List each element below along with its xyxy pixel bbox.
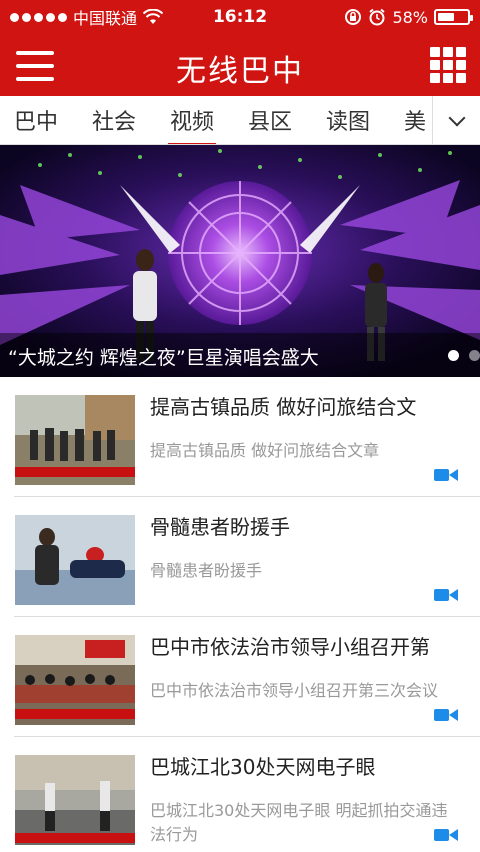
news-item-2[interactable]: 骨髓患者盼援手 骨髓患者盼援手 [0,497,480,617]
news-list: 提高古镇品质 做好问旅结合文 提高古镇品质 做好问旅结合文章 骨髓患者盼援手 骨… [0,377,480,852]
video-camera-icon [434,709,458,721]
category-tabs: 巴中 社会 视频 县区 读图 美 [0,96,480,145]
tab-county[interactable]: 县区 [248,104,292,144]
alarm-icon [369,8,386,26]
news-title: 骨髓患者盼援手 [150,515,290,539]
status-bar: 中国联通 16:12 58% [0,0,480,34]
news-thumbnail [15,635,135,725]
banner-caption: “大城之约 辉煌之夜”巨星演唱会盛大 [0,333,480,377]
tab-beauty[interactable]: 美 [404,104,426,144]
news-title: 巴中市依法治市领导小组召开第 [150,635,430,659]
battery-icon [434,9,473,25]
grid-apps-icon[interactable] [430,47,466,83]
banner-dot-2[interactable] [469,350,480,361]
news-subtitle: 巴城江北30处天网电子眼 明起抓拍交通违法行为 [150,801,448,844]
app-title: 无线巴中 [176,54,304,89]
video-camera-icon [434,469,458,481]
news-title: 提高古镇品质 做好问旅结合文 [150,395,417,419]
tab-bazhong[interactable]: 巴中 [14,104,58,144]
status-time: 16:12 [212,7,268,27]
chevron-down-icon [448,109,465,126]
rotation-lock-icon [345,9,362,25]
news-item-3[interactable]: 巴中市依法治市领导小组召开第 巴中市依法治市领导小组召开第三次会议 [0,617,480,737]
news-title: 巴城江北30处天网电子眼 [150,755,376,779]
news-item-4[interactable]: 巴城江北30处天网电子眼 巴城江北30处天网电子眼 明起抓拍交通违法行为 [0,737,480,852]
news-thumbnail [15,395,135,485]
battery-fill [438,13,455,21]
signal-dots-icon [10,12,67,22]
banner-dot-1[interactable] [448,350,459,361]
tab-society[interactable]: 社会 [92,104,136,144]
carrier-name: 中国联通 [73,9,138,28]
battery-percent: 58% [392,7,428,27]
news-subtitle: 提高古镇品质 做好问旅结合文章 [150,441,380,460]
tabs-more-button[interactable] [432,96,480,144]
status-left: 中国联通 [10,5,164,29]
tab-list: 巴中 社会 视频 县区 读图 美 [0,96,432,144]
wifi-icon [143,9,164,24]
banner-pagination [448,350,480,361]
featured-banner[interactable]: “大城之约 辉煌之夜”巨星演唱会盛大 [0,145,480,377]
news-thumbnail [15,755,135,845]
status-right: 58% [344,7,473,27]
video-camera-icon [434,589,458,601]
news-thumbnail [15,515,135,605]
news-subtitle: 巴中市依法治市领导小组召开第三次会议 [150,681,439,700]
video-camera-icon [434,829,458,841]
tab-pictures[interactable]: 读图 [326,104,370,144]
tab-video[interactable]: 视频 [167,104,217,144]
news-item-1[interactable]: 提高古镇品质 做好问旅结合文 提高古镇品质 做好问旅结合文章 [0,377,480,497]
news-subtitle: 骨髓患者盼援手 [150,561,263,580]
app-header: 无线巴中 [0,34,480,96]
